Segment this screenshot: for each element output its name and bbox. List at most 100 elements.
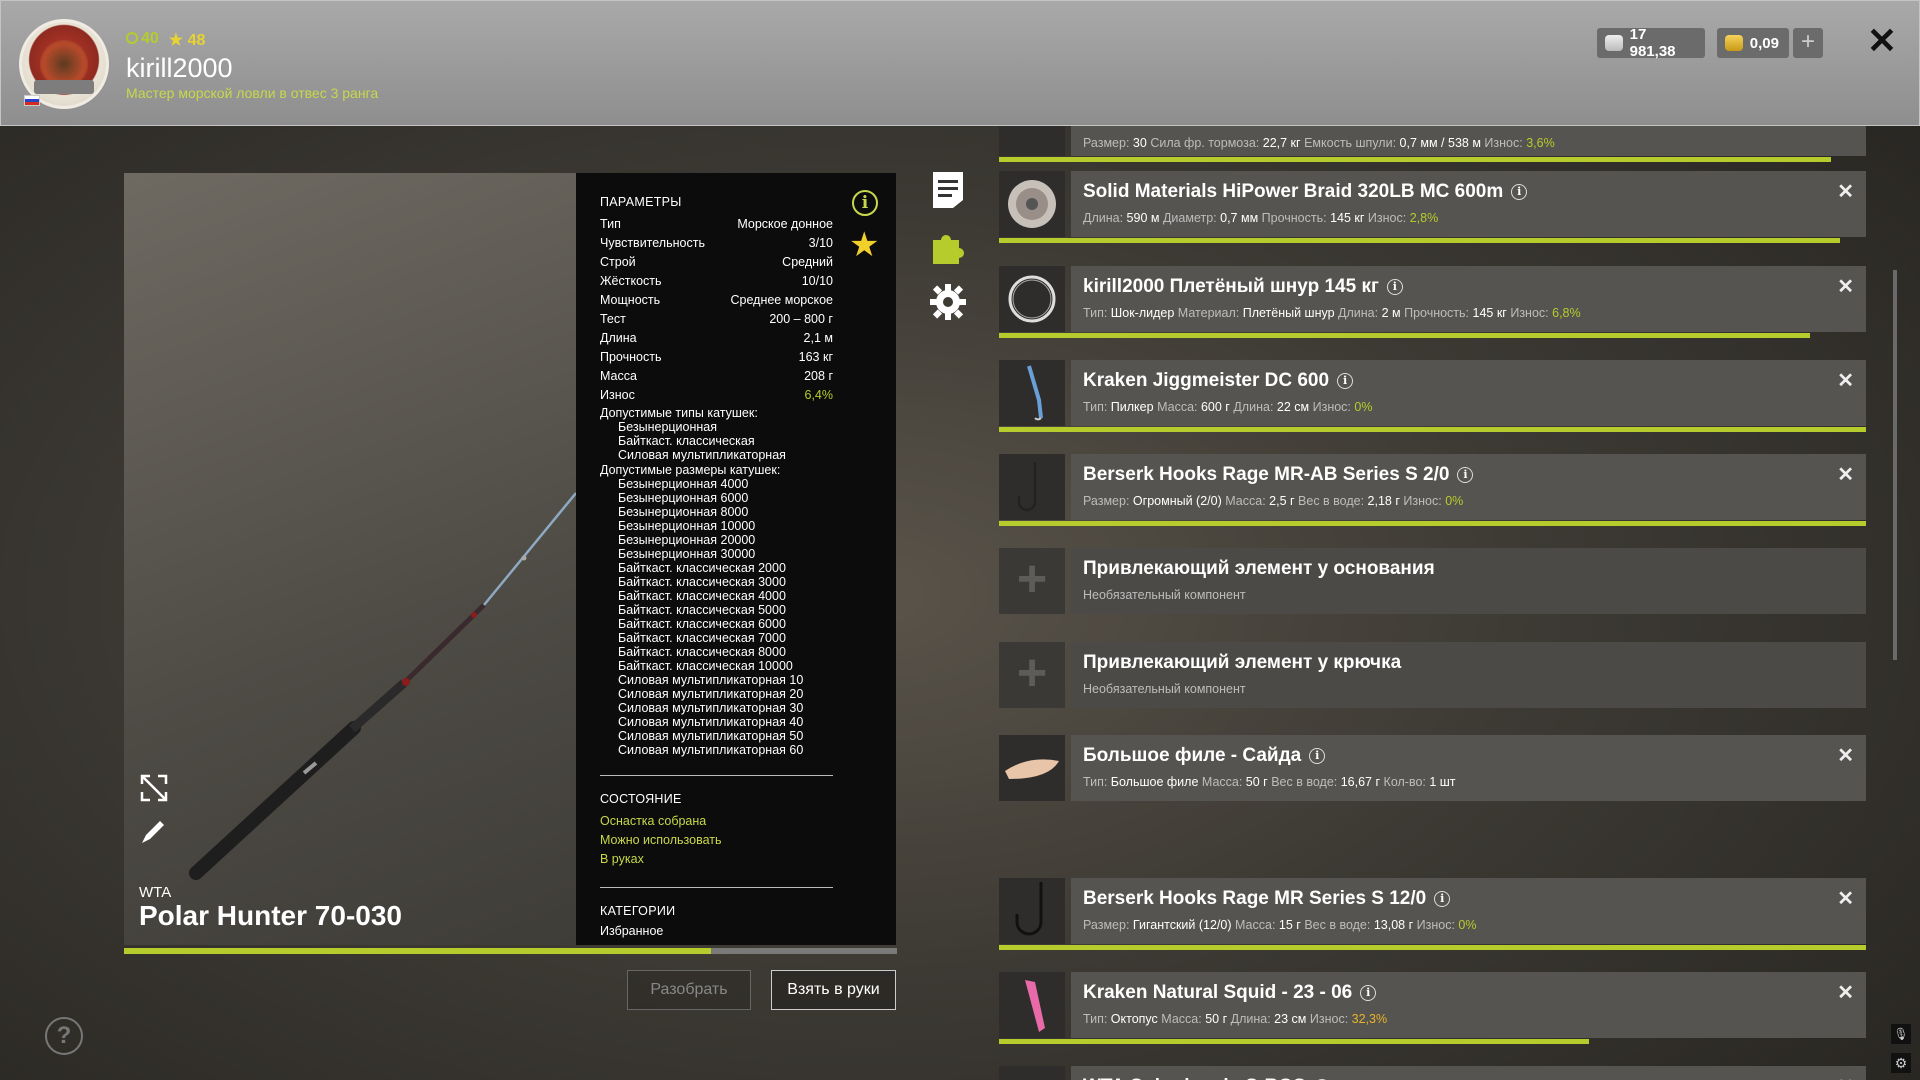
parameter-label: Износ [600,388,635,402]
profile-header: 40 ★ 48 kirill2000 Мастер морской ловли … [0,0,1920,126]
help-button[interactable]: ? [45,1017,83,1055]
tackle-list[interactable]: Размер: 30 Сила фр. тормоза: 22,7 кг Емк… [999,126,1866,1080]
remove-item-button[interactable]: ✕ [1837,368,1854,393]
remove-item-button[interactable]: ✕ [1837,1074,1854,1080]
parameters-panel: ПАРАМЕТРЫ Тип Морское донное Чувствительно… [576,173,896,945]
microphone-icon[interactable]: 🎙 [1891,1024,1911,1044]
state-title: СОСТОЯНИЕ [600,792,682,806]
prop-label: Сила фр. тормоза: [1150,136,1263,150]
puzzle-piece-icon[interactable] [929,226,967,266]
tackle-item[interactable]: Berserk Hooks Rage MR Series S 12/0 i Разм… [999,878,1866,950]
prop-value: 2 м [1381,306,1401,320]
prop-label: Размер: [1083,136,1133,150]
silver-amount: 17 981,38 [1629,26,1676,60]
divider [600,887,833,888]
rating-value: ★ 48 [169,30,206,50]
tackle-thumbnail [999,972,1065,1038]
small-settings-icon[interactable]: ⚙ [1891,1053,1911,1073]
tackle-item-title: Kraken Jiggmeister DC 600 i [1083,370,1354,392]
tackle-item-body: Размер: 30 Сила фр. тормоза: 22,7 кг Емк… [1071,126,1866,156]
info-icon[interactable]: i [1511,184,1528,200]
edit-pencil-icon[interactable] [138,815,170,847]
add-slot-icon[interactable]: + [999,548,1065,614]
prop-value: Большое филе [1110,775,1199,789]
tackle-item-body: kirill2000 Плетёный шнур 145 кг i Тип: Шок… [1071,266,1866,332]
tackle-item[interactable]: kirill2000 Плетёный шнур 145 кг i Тип: Шок… [999,266,1866,338]
info-icon[interactable]: i [1434,891,1451,907]
tackle-item[interactable]: Большое филе - Сайда i Тип: Большое филе М… [999,735,1866,803]
prop-value: 1 шт [1429,775,1456,789]
prop-label: Масса: [1235,918,1279,932]
document-list-icon[interactable] [929,170,967,210]
tackle-item-title: Solid Materials HiPower Braid 320LB MC 6… [1083,181,1528,203]
tackle-item[interactable]: WTA Color beads C-ROSi ✕ [999,1066,1866,1080]
prop-label: Кол-во: [1383,775,1430,789]
reel-size-item: Байткаст. классическая 4000 [618,589,786,603]
prop-value: Огромный (2/0) [1132,494,1222,508]
parameter-row: Длина 2,1 м [600,329,833,348]
reel-size-item: Безынерционная 10000 [618,519,756,533]
reel-size-item: Байткаст. классическая 5000 [618,603,786,617]
reel-size-item: Силовая мультипликаторная 10 [618,673,804,687]
remove-item-button[interactable]: ✕ [1837,886,1854,911]
remove-item-button[interactable]: ✕ [1837,462,1854,487]
reel-type-item: Силовая мультипликаторная [618,448,786,462]
reel-size-item: Силовая мультипликаторная 60 [618,743,804,757]
remove-item-button[interactable]: ✕ [1837,980,1854,1005]
remove-item-button[interactable]: ✕ [1837,743,1854,768]
tackle-item-title: Berserk Hooks Rage MR Series S 12/0 i [1083,888,1451,910]
categories-title: КАТЕГОРИИ [600,904,676,918]
tackle-item[interactable]: Berserk Hooks Rage MR-AB Series S 2/0 i Ра… [999,454,1866,526]
info-icon[interactable]: i [1360,985,1377,1001]
info-icon[interactable]: i [1457,467,1474,483]
info-icon[interactable]: i [1337,373,1354,389]
rod-preview[interactable] [124,173,576,945]
add-slot-icon[interactable]: + [999,642,1065,708]
parameter-row: Строй Средний [600,253,833,272]
tackle-item[interactable]: Размер: 30 Сила фр. тормоза: 22,7 кг Емк… [999,126,1866,162]
info-icon[interactable]: i [852,190,878,216]
settings-gear-icon[interactable] [929,282,967,322]
tackle-item[interactable]: Solid Materials HiPower Braid 320LB MC 6… [999,171,1866,243]
tackle-item-title: Привлекающий элемент у крючка [1083,652,1401,674]
disassemble-button[interactable]: Разобрать [627,970,751,1010]
parameter-value: 2,1 м [803,331,833,345]
tackle-thumbnail [999,454,1065,520]
parameter-value: 3/10 [808,236,833,250]
info-icon[interactable]: i [1309,748,1326,764]
info-icon[interactable]: i [1386,279,1403,295]
add-currency-button[interactable]: + [1793,28,1823,58]
tackle-item[interactable]: Kraken Jiggmeister DC 600 i Тип: Пилкер Ма… [999,360,1866,432]
parameter-row: Тип Морское донное [600,215,833,234]
favorite-star-icon[interactable]: ★ [849,228,879,262]
close-button[interactable]: ✕ [1865,21,1899,61]
parameter-value: Морское донное [737,217,833,231]
tackle-thumbnail [999,171,1065,237]
wear-label: Износ: [1312,400,1355,414]
wear-bar [999,333,1810,338]
fullscreen-expand-icon[interactable] [138,772,170,804]
remove-item-button[interactable]: ✕ [1837,274,1854,299]
tackle-thumbnail [999,360,1065,426]
prop-value: 22 см [1276,400,1310,414]
prop-label: Масса: [1201,775,1246,789]
tackle-item[interactable]: Kraken Natural Squid - 23 - 06 i Тип: Окто… [999,972,1866,1044]
empty-slot[interactable]: + Привлекающий элемент у основания Необяза… [999,548,1866,616]
prop-value: 0,7 мм [1220,211,1259,225]
take-in-hands-button[interactable]: Взять в руки [771,970,896,1010]
prop-value: 145 кг [1330,211,1365,225]
empty-slot[interactable]: + Привлекающий элемент у крючка Необязател… [999,642,1866,710]
reel-size-item: Байткаст. классическая 3000 [618,575,786,589]
level-indicators: 40 ★ 48 [126,30,205,50]
prop-label: Размер: [1083,918,1133,932]
rod-image [189,492,576,880]
player-rank: Мастер морской ловли в отвес 3 ранга [126,85,379,101]
silver-coins-icon [1605,35,1623,51]
reel-size-item: Безынерционная 4000 [618,477,749,491]
reel-size-item: Байткаст. классическая 2000 [618,561,786,575]
tackle-item-props: Тип: Пилкер Масса: 600 г Длина: 22 см Из… [1083,400,1372,414]
parameter-row: Износ 6,4% [600,386,833,405]
remove-item-button[interactable]: ✕ [1837,179,1854,204]
prop-label: Прочность: [1404,306,1473,320]
tackle-list-scrollbar[interactable] [1893,270,1897,660]
